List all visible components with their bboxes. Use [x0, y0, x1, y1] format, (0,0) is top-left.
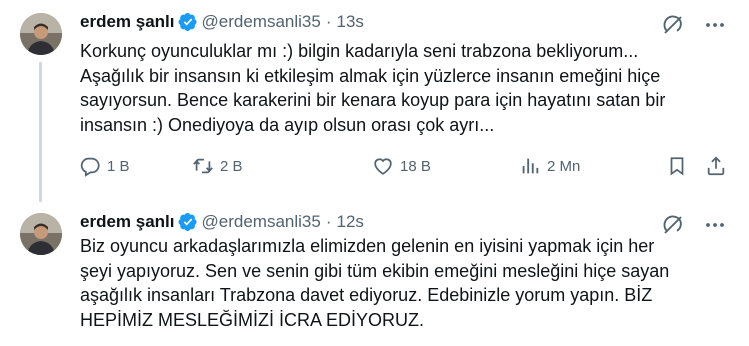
display-name[interactable]: erdem şanlı	[80, 12, 175, 32]
display-name[interactable]: erdem şanlı	[80, 212, 175, 232]
tweet-text-line: sayıyorsun. Bence karakerini bir kenara …	[80, 90, 666, 110]
bookmark-icon	[670, 157, 684, 176]
reply-button[interactable]: 1 B	[79, 155, 130, 177]
like-button[interactable]: 18 B	[372, 155, 431, 177]
thread-connector-line	[39, 62, 42, 202]
retweet-count: 2 B	[220, 157, 243, 175]
tweet[interactable]: erdem şanlı @erdemsanli35 · 13s Korkunç …	[0, 0, 749, 202]
views-button[interactable]: 2 Mn	[519, 155, 580, 177]
bookmark-button[interactable]	[666, 155, 688, 177]
separator-dot: ·	[325, 12, 332, 31]
avatar[interactable]	[20, 213, 62, 255]
tweet-text-line: şeyi yapıyoruz. Sen ve senin gibi tüm ek…	[80, 260, 670, 281]
share-icon	[707, 156, 725, 176]
like-count: 18 B	[400, 157, 431, 175]
timestamp[interactable]: 12s	[337, 212, 364, 232]
views-icon	[522, 158, 539, 174]
tweet-text-line: Biz oyuncu arkadaşlarımızla elimizden ge…	[80, 236, 655, 256]
heart-icon	[374, 158, 392, 175]
grok-icon[interactable]	[661, 13, 685, 37]
tweet-text-line: aşağılık insanları Trabzona davet ediyor…	[80, 285, 653, 305]
tweet-text-line: Aşağılık bir insansın ki etkileşim almak…	[80, 65, 661, 86]
tweet-header: erdem şanlı @erdemsanli35 · 13s	[80, 11, 364, 33]
tweet[interactable]: erdem şanlı @erdemsanli35 · 12s Biz oyun…	[0, 200, 749, 346]
verified-badge-icon[interactable]	[178, 12, 198, 32]
avatar[interactable]	[20, 13, 62, 55]
tweet-text-line: HEPİMİZ MESLEĞİMİZİ İCRA EDİYORUZ.	[80, 309, 425, 330]
views-count: 2 Mn	[547, 157, 581, 175]
separator-dot: ·	[325, 212, 332, 231]
tweet-text: Korkunç oyunculuklar mı :) bilgin kadarı…	[80, 39, 730, 137]
tweet-text-line: insansın :) Onediyoya da ayıp olsun oras…	[80, 114, 495, 135]
more-icon[interactable]	[703, 13, 727, 37]
action-bar: 1 B 2 B 18 B 2 Mn	[79, 155, 729, 183]
reply-icon	[80, 157, 100, 177]
user-handle[interactable]: @erdemsanli35	[202, 12, 321, 32]
tweet-text-line: Korkunç oyunculuklar mı :) bilgin kadarı…	[80, 41, 639, 61]
tweet-header: erdem şanlı @erdemsanli35 · 12s	[80, 211, 364, 233]
reply-count: 1 B	[107, 157, 130, 175]
retweet-button[interactable]: 2 B	[192, 155, 243, 177]
timestamp[interactable]: 13s	[337, 12, 364, 32]
verified-badge-icon[interactable]	[178, 212, 198, 232]
user-handle[interactable]: @erdemsanli35	[202, 212, 321, 232]
tweet-text: Biz oyuncu arkadaşlarımızla elimizden ge…	[80, 234, 730, 332]
share-button[interactable]	[705, 155, 727, 177]
retweet-icon	[193, 158, 213, 174]
